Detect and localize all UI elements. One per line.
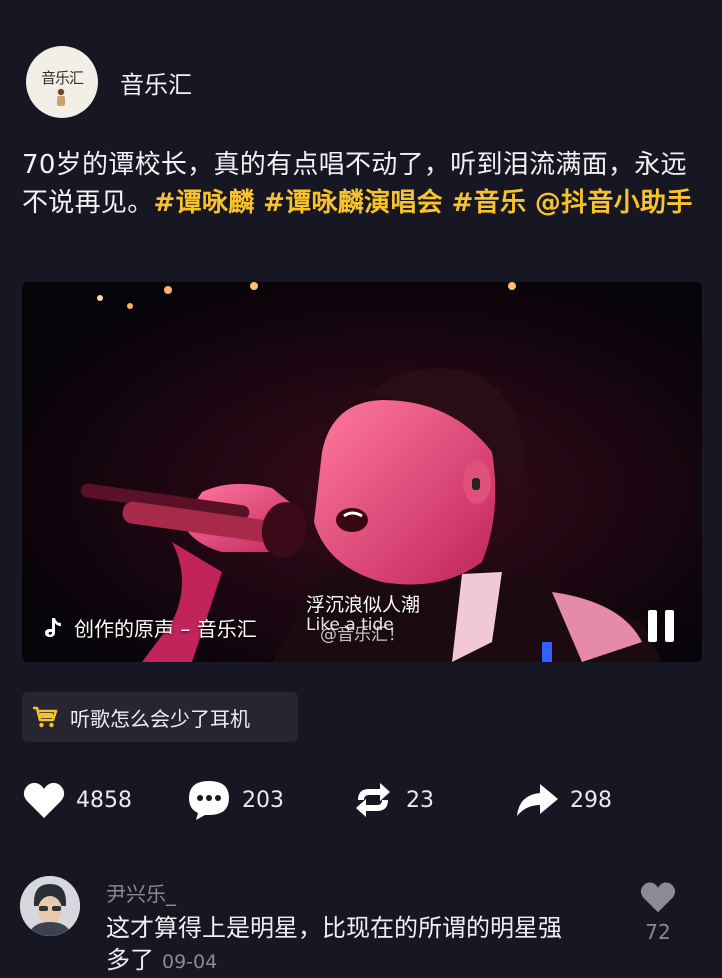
product-link[interactable]: 听歌怎么会少了耳机 [22,692,298,742]
hashtag-link[interactable]: #谭咏麟 [154,188,255,218]
comment-like-button[interactable]: 72 [638,880,678,944]
share-arrow-icon [517,784,558,816]
comment-like-count: 72 [645,920,671,944]
video-watermark: @音乐汇！ [320,625,405,645]
post-author[interactable]: 音乐汇 音乐汇 [26,46,192,118]
like-count: 4858 [76,787,132,813]
comment-count: 203 [242,787,284,813]
share-count: 298 [570,787,612,813]
author-avatar[interactable]: 音乐汇 [26,46,98,118]
comment-bubble-icon [189,781,229,820]
author-name[interactable]: 音乐汇 [120,65,192,100]
post-caption: 70岁的谭校长，真的有点唱不动了，听到泪流满面，永远不说再见。#谭咏麟 #谭咏麟… [22,146,712,222]
tiktok-note-icon [45,617,61,637]
hashtag-link[interactable]: #音乐 [452,188,527,218]
shopping-cart-icon [33,706,58,728]
repost-arrows-icon [356,783,390,817]
commenter-avatar[interactable] [20,876,80,936]
like-button[interactable]: 4858 [22,778,132,822]
comment-text-block: 这才算得上是明星，比现在的所谓的明星强多了 09-04 [106,912,576,978]
heart-icon [640,882,676,913]
mention-link[interactable]: @抖音小助手 [535,188,693,218]
share-button[interactable]: 298 [514,778,612,822]
comment-timestamp: 09-04 [162,951,218,973]
hashtag-link[interactable]: #谭咏麟演唱会 [263,188,443,218]
pause-icon[interactable] [648,610,680,642]
comment-button[interactable]: 203 [186,778,284,822]
heart-icon [23,782,65,818]
commenter-photo [20,876,80,936]
sound-credit-text: 创作的原声 – 音乐汇 [74,617,257,641]
avatar-figure-icon [57,88,65,106]
avatar-logo-text: 音乐汇 [40,68,84,87]
action-bar: 4858 203 23 298 [22,778,712,822]
repost-count: 23 [406,787,434,813]
repost-button[interactable]: 23 [350,778,434,822]
video-player[interactable]: 创作的原声 – 音乐汇 浮沉浪似人潮 Like a tide @音乐汇！ [22,282,702,662]
product-label: 听歌怎么会少了耳机 [70,706,250,731]
subtitle-chinese: 浮沉浪似人潮 [306,594,421,616]
commenter-name[interactable]: 尹兴乐_ [106,878,176,907]
post-page: 音乐汇 音乐汇 70岁的谭校长，真的有点唱不动了，听到泪流满面，永远不说再见。#… [0,0,722,978]
sound-credit[interactable]: 创作的原声 – 音乐汇 [42,613,257,642]
